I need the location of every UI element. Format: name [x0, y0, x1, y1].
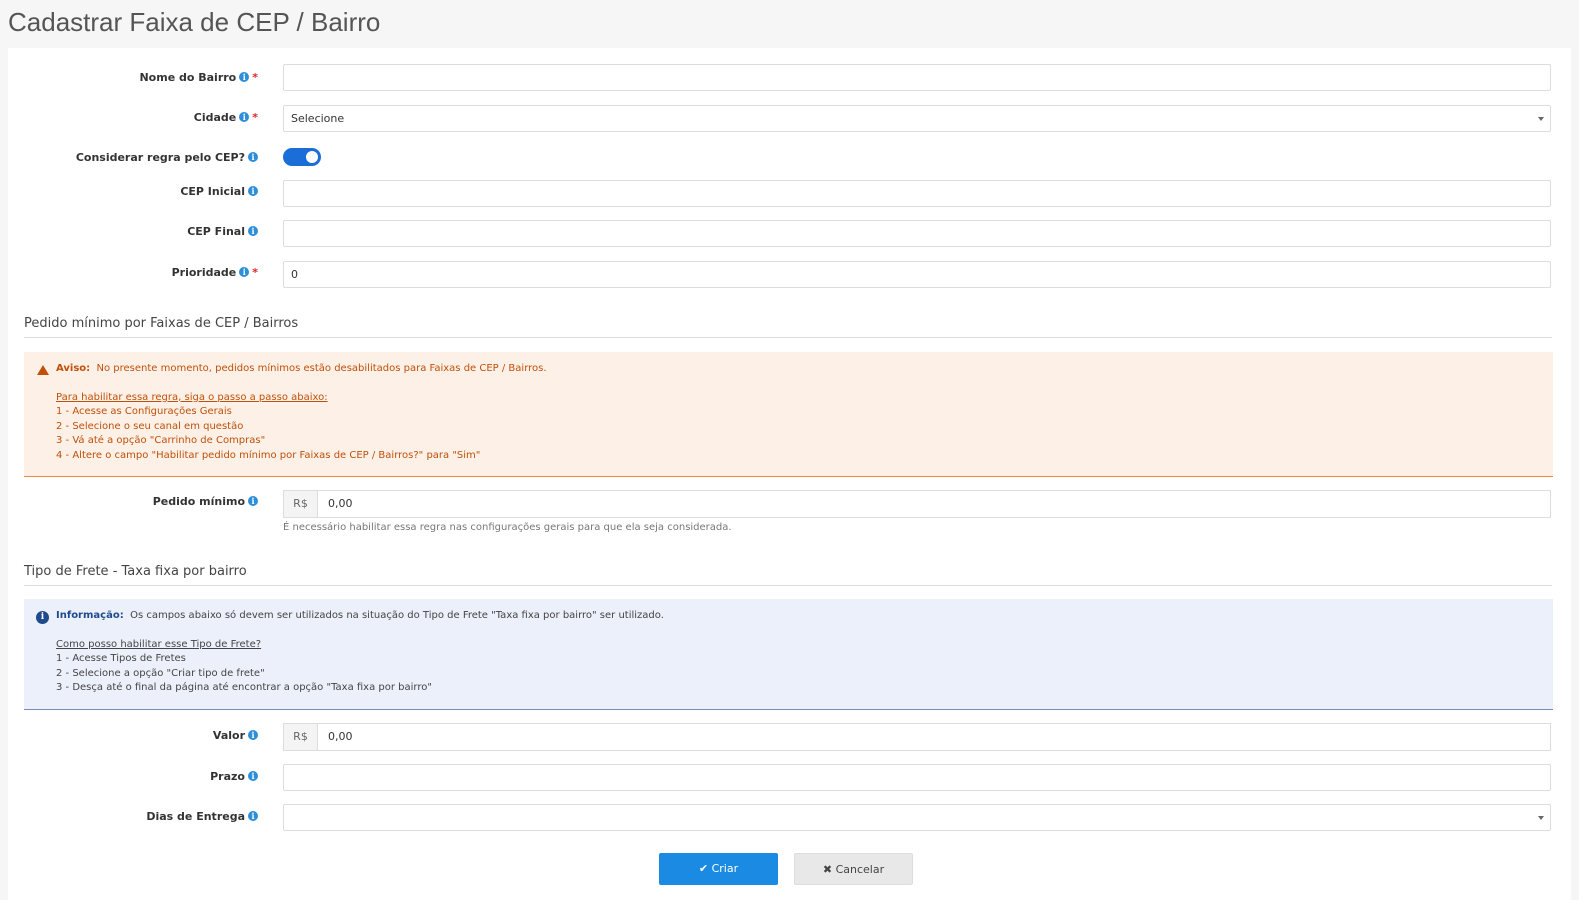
- valor-input[interactable]: 0,00: [317, 723, 1551, 751]
- cidade-label: Cidade i *: [193, 111, 258, 124]
- pedido-section-title: Pedido mínimo por Faixas de CEP / Bairro…: [24, 316, 1552, 338]
- info-circle-icon: i: [36, 611, 49, 624]
- info-icon[interactable]: i: [248, 771, 258, 781]
- warning-step: 2 - Selecione o seu canal em questão: [56, 420, 244, 432]
- regra-cep-label: Considerar regra pelo CEP? i: [8, 151, 258, 164]
- cancelar-button[interactable]: ✖ Cancelar: [794, 853, 913, 885]
- toggle-knob: [306, 151, 318, 163]
- warning-alert: Aviso: No presente momento, pedidos míni…: [24, 352, 1553, 477]
- cidade-selected-value: Selecione: [291, 112, 345, 125]
- info-icon[interactable]: i: [239, 112, 250, 122]
- info-icon[interactable]: i: [248, 496, 258, 506]
- info-icon[interactable]: i: [248, 730, 258, 740]
- cep-final-label: CEP Final i: [8, 225, 258, 238]
- nome-bairro-label: Nome do Bairro i *: [139, 71, 258, 84]
- warning-icon: [37, 365, 49, 375]
- dias-entrega-label: Dias de Entrega i: [8, 810, 258, 823]
- pedido-minimo-help: É necessário habilitar essa regra nas co…: [283, 522, 732, 533]
- info-icon[interactable]: i: [248, 152, 258, 162]
- currency-addon: R$: [283, 723, 318, 751]
- cep-final-input[interactable]: [283, 220, 1551, 247]
- required-mark: *: [252, 111, 258, 124]
- info-step: 1 - Acesse Tipos de Fretes: [56, 653, 186, 664]
- warning-step: 1 - Acesse as Configurações Gerais: [56, 406, 232, 417]
- info-icon[interactable]: i: [239, 72, 250, 82]
- nome-bairro-input[interactable]: [283, 64, 1551, 91]
- info-icon[interactable]: i: [239, 267, 250, 277]
- cidade-select[interactable]: Selecione: [283, 105, 1551, 132]
- prazo-label: Prazo i: [8, 770, 258, 783]
- prioridade-label: Prioridade i *: [171, 266, 258, 279]
- info-message: Informação: Os campos abaixo só devem se…: [56, 610, 664, 621]
- chevron-down-icon: [1538, 117, 1544, 121]
- warning-label: Aviso:: [56, 363, 91, 374]
- info-icon[interactable]: i: [248, 226, 258, 236]
- page-title: Cadastrar Faixa de CEP / Bairro: [8, 7, 381, 37]
- warning-message: Aviso: No presente momento, pedidos míni…: [56, 363, 547, 374]
- cep-inicial-label: CEP Inicial i: [8, 185, 258, 198]
- check-icon: ✔: [698, 862, 709, 875]
- prazo-input[interactable]: [283, 764, 1551, 791]
- dias-entrega-select[interactable]: [283, 804, 1551, 831]
- pedido-minimo-label: Pedido mínimo i: [8, 495, 258, 508]
- criar-button[interactable]: ✔ Criar: [659, 853, 778, 885]
- pedido-minimo-group: R$ 0,00: [283, 490, 1551, 518]
- valor-label: Valor i: [8, 729, 258, 742]
- info-icon[interactable]: i: [248, 811, 258, 821]
- form-panel: Nome do Bairro i * Cidade i * Selecione Cons…: [8, 48, 1571, 900]
- warning-step: 4 - Altere o campo "Habilitar pedido mín…: [56, 449, 481, 461]
- warning-step: 3 - Vá até a opção "Carrinho de Compras": [56, 435, 266, 446]
- info-icon[interactable]: i: [248, 186, 258, 196]
- regra-cep-toggle[interactable]: [283, 148, 321, 166]
- prioridade-input[interactable]: 0: [283, 261, 1551, 288]
- frete-section-title: Tipo de Frete - Taxa fixa por bairro: [24, 564, 1552, 586]
- info-step: 3 - Desça até o final da página até enco…: [56, 682, 432, 693]
- warning-link[interactable]: Para habilitar essa regra, siga o passo …: [56, 391, 1541, 406]
- valor-group: R$ 0,00: [283, 723, 1551, 751]
- info-link[interactable]: Como posso habilitar esse Tipo de Frete?: [56, 638, 1541, 653]
- cep-inicial-input[interactable]: [283, 180, 1551, 207]
- info-step: 2 - Selecione a opção "Criar tipo de fre…: [56, 667, 265, 679]
- currency-addon: R$: [283, 490, 318, 518]
- info-label: Informação:: [56, 610, 124, 621]
- chevron-down-icon: [1538, 816, 1544, 820]
- info-alert: i Informação: Os campos abaixo só devem …: [24, 599, 1553, 710]
- close-icon: ✖: [822, 863, 833, 876]
- required-mark: *: [252, 266, 258, 279]
- pedido-minimo-input[interactable]: 0,00: [317, 490, 1551, 518]
- required-mark: *: [252, 71, 258, 84]
